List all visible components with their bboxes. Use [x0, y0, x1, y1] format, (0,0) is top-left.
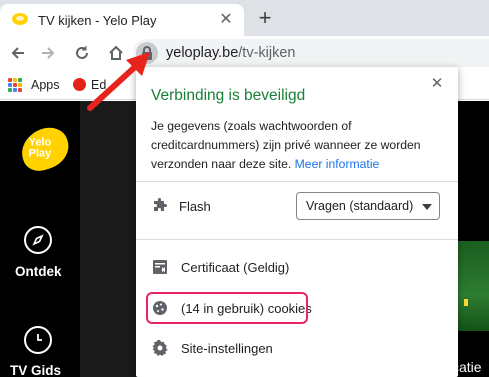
sidebar: Yelo Play Ontdek TV Gids: [0, 101, 80, 377]
certificate-label: Certificaat (Geldig): [181, 260, 290, 275]
connection-secure-title: Verbinding is beveiligd: [151, 87, 306, 104]
divider: [136, 239, 458, 240]
description-text: Je gegevens (zoals wachtwoorden of credi…: [151, 119, 421, 171]
more-info-link[interactable]: Meer informatie: [295, 157, 380, 171]
url-host: yeloplay.be: [166, 45, 239, 61]
chevron-down-icon: [422, 204, 432, 210]
arrow-right-icon: [42, 47, 55, 59]
site-settings-label: Site-instellingen: [181, 341, 273, 356]
sidebar-item-tv-gids[interactable]: TV Gids: [10, 363, 61, 377]
cookies-highlight: [146, 292, 308, 324]
flash-permission-select[interactable]: Vragen (standaard): [296, 192, 440, 220]
forward-button[interactable]: [36, 41, 60, 65]
close-icon[interactable]: ✕: [428, 75, 446, 93]
bookmark-apps[interactable]: Apps: [31, 78, 60, 92]
sidebar-item-ontdek[interactable]: Ontdek: [15, 264, 62, 279]
tab-strip: TV kijken - Yelo Play ✕ +: [0, 0, 489, 36]
tab-yelo-play[interactable]: TV kijken - Yelo Play ✕: [0, 4, 244, 36]
tab-title: TV kijken - Yelo Play: [38, 13, 157, 28]
logo-text: Yelo Play: [28, 136, 52, 160]
flash-label: Flash: [179, 199, 211, 214]
url-path: /tv-kijken: [238, 45, 296, 61]
close-icon[interactable]: ✕: [216, 10, 236, 30]
apps-icon[interactable]: [8, 78, 22, 92]
clock-icon[interactable]: [24, 326, 52, 354]
plus-icon: +: [258, 5, 272, 30]
compass-icon[interactable]: [24, 226, 52, 254]
yelo-favicon-icon: [12, 13, 28, 25]
gear-icon: [152, 340, 168, 356]
yelo-play-logo[interactable]: Yelo Play: [15, 122, 75, 176]
flash-select-value: Vragen (standaard): [306, 199, 414, 213]
arrow-left-icon: [11, 47, 24, 59]
omnibox[interactable]: yeloplay.be/tv-kijken: [133, 39, 489, 67]
puzzle-icon: [154, 198, 167, 211]
url-text: yeloplay.be/tv-kijken: [166, 45, 296, 61]
annotation-arrow-icon: [87, 52, 150, 111]
connection-description: Je gegevens (zoals wachtwoorden of credi…: [151, 117, 451, 174]
toolbar: yeloplay.be/tv-kijken: [0, 36, 489, 70]
new-tab-button[interactable]: +: [252, 6, 278, 32]
certificate-icon: [153, 260, 167, 274]
site-info-popup: ✕ Verbinding is beveiligd Je gegevens (z…: [136, 67, 458, 377]
divider: [136, 181, 458, 182]
content-area: [80, 101, 136, 377]
back-button[interactable]: [6, 41, 30, 65]
